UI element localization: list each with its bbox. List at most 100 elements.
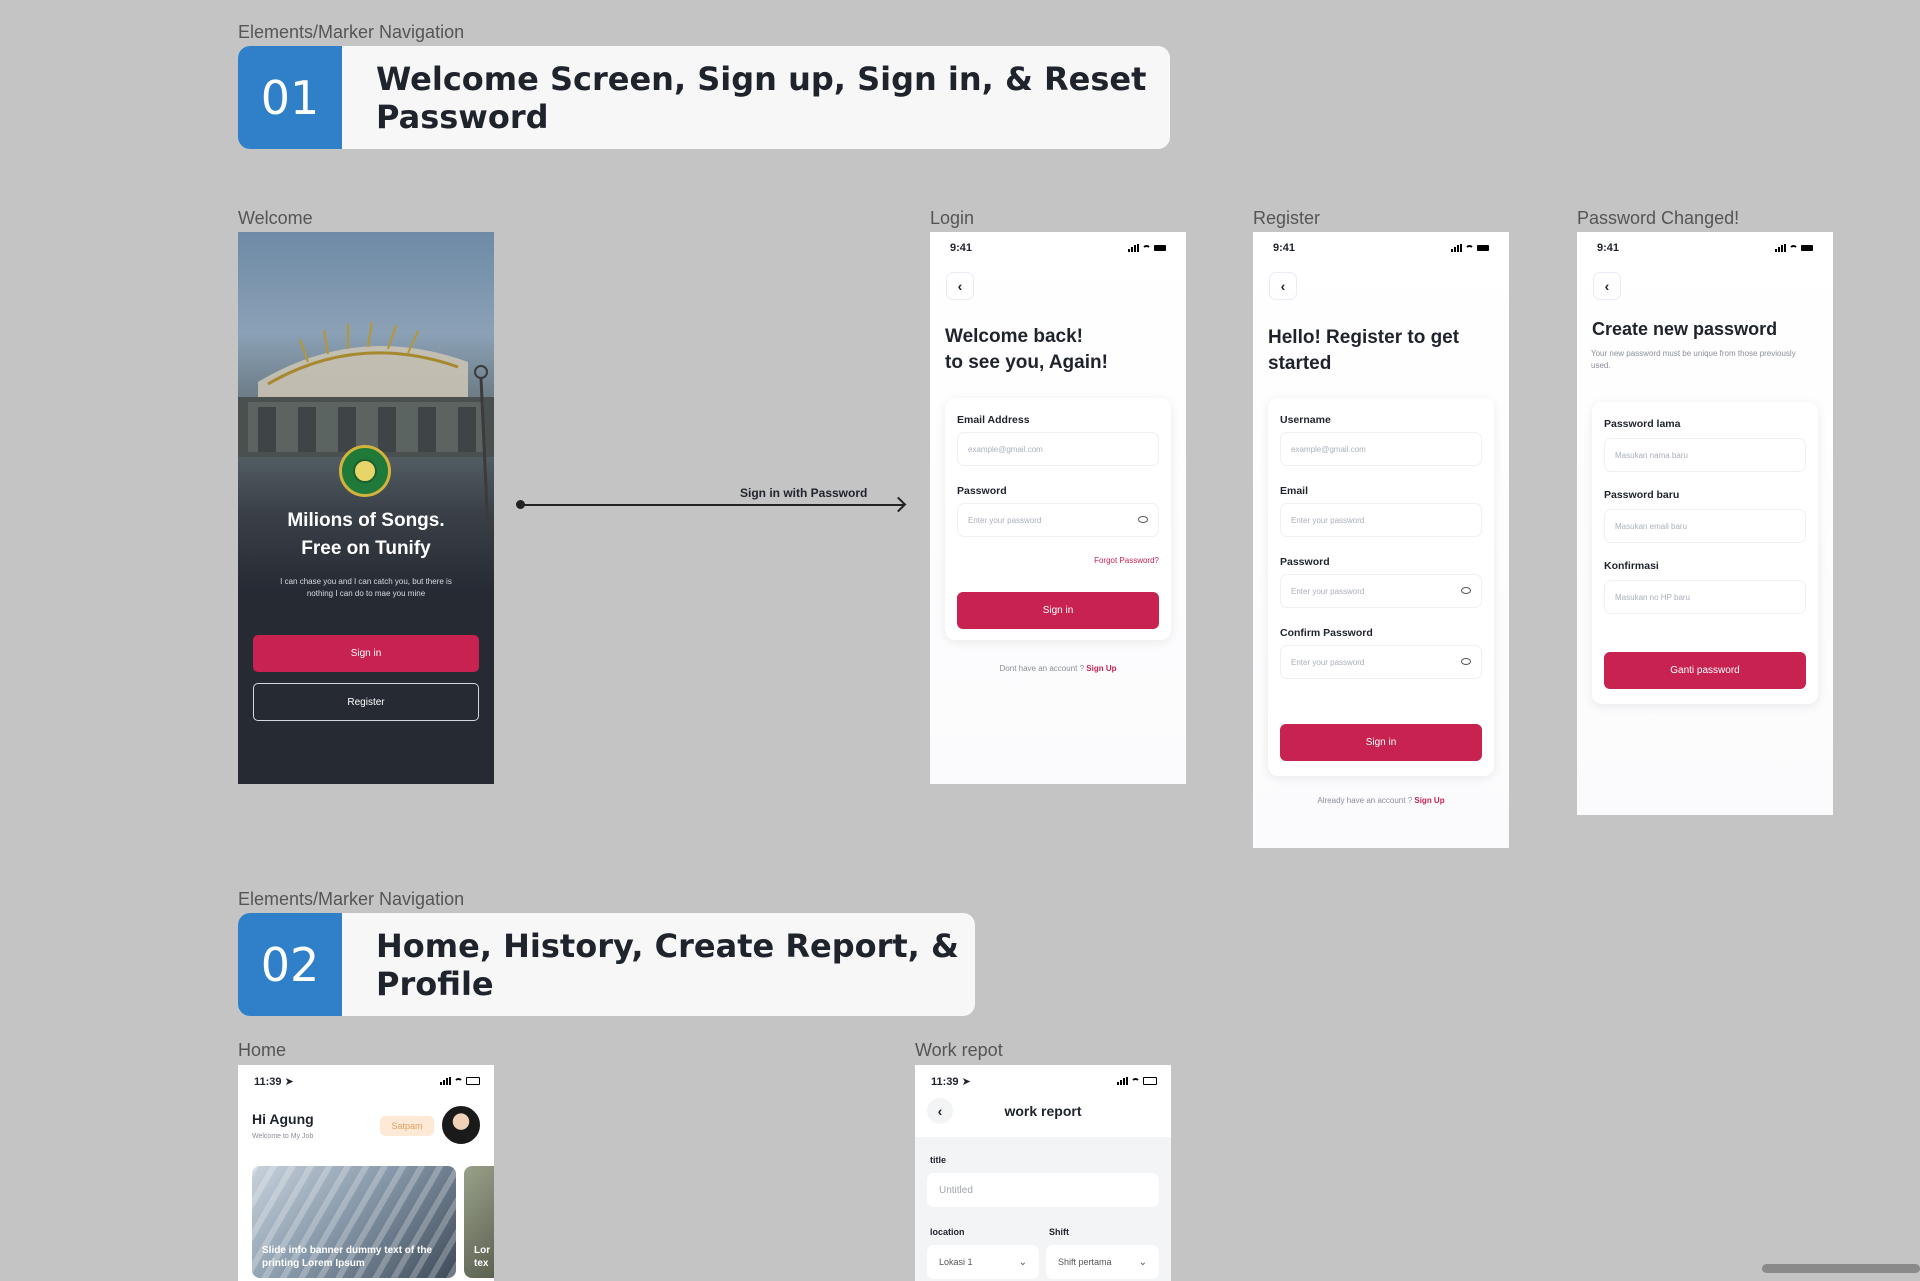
- password-placeholder: Enter your password: [968, 515, 1042, 525]
- chevron-down-icon: ⌄: [1138, 1256, 1147, 1268]
- password-changed-frame-label: Password Changed!: [1577, 208, 1740, 228]
- signal-icon: [1117, 1077, 1128, 1085]
- battery-icon: [1154, 245, 1166, 251]
- register-frame-label: Register: [1253, 208, 1321, 228]
- section-1-number: 01: [238, 46, 342, 149]
- section-1-marker: 01 Welcome Screen, Sign up, Sign in, & R…: [238, 46, 1170, 149]
- password-field[interactable]: Enter your password: [957, 503, 1159, 537]
- work-report-screen: 11:39 ➤ ‹ work report title Untitled loc…: [915, 1065, 1171, 1281]
- signal-icon: [1451, 244, 1462, 252]
- canvas-horizontal-scrollbar[interactable]: [1762, 1264, 1920, 1273]
- old-password-label: Password lama: [1604, 418, 1681, 430]
- welcome-headline: Milions of Songs. Free on Tunify: [238, 507, 494, 563]
- banner-2-text: Lor tex: [474, 1245, 491, 1269]
- wifi-icon: [1131, 1077, 1140, 1085]
- login-signup-link[interactable]: Sign Up: [1086, 664, 1116, 673]
- password-form-card: Password lama Masukan nama baru Password…: [1592, 402, 1818, 704]
- title-field[interactable]: Untitled: [927, 1173, 1159, 1207]
- welcome-frame-label: Welcome: [238, 208, 313, 228]
- eye-icon[interactable]: [1461, 587, 1471, 594]
- back-button[interactable]: ‹: [1593, 272, 1621, 300]
- shift-field-label: Shift: [1049, 1227, 1069, 1237]
- register-footer-text: Already have an account ?: [1317, 796, 1413, 805]
- status-time: 9:41: [1273, 242, 1296, 254]
- welcome-subtitle: I can chase you and I can catch you, but…: [280, 577, 452, 598]
- status-time: 11:39 ➤: [931, 1075, 971, 1088]
- flow-connector-start-dot: [516, 500, 525, 509]
- section-2-number: 02: [238, 913, 342, 1016]
- change-password-button[interactable]: Ganti password: [1604, 652, 1806, 689]
- confirm-field[interactable]: Masukan no HP baru: [1604, 580, 1806, 614]
- welcome-signin-button[interactable]: Sign in: [253, 635, 479, 672]
- status-time: 9:41: [1597, 242, 1620, 254]
- password-changed-screen: 9:41 ‹ Create new password Your new pass…: [1577, 232, 1833, 815]
- password-label: Password: [957, 485, 1007, 497]
- password-field[interactable]: Enter your password: [1280, 574, 1482, 608]
- email-field[interactable]: example@gmail.com: [957, 432, 1159, 466]
- confirm-password-field[interactable]: Enter your password: [1280, 645, 1482, 679]
- status-bar: 11:39 ➤: [254, 1073, 480, 1089]
- register-heading-line2: started: [1268, 353, 1332, 374]
- role-badge: Satpam: [380, 1116, 434, 1136]
- work-report-frame-label: Work repot: [915, 1040, 1003, 1060]
- email-field[interactable]: Enter your password: [1280, 503, 1482, 537]
- section-2-label: Elements/Marker Navigation: [238, 889, 465, 909]
- register-signup-link[interactable]: Sign Up: [1414, 796, 1444, 805]
- info-banner-card-2[interactable]: Lor tex: [464, 1166, 494, 1278]
- old-password-field[interactable]: Masukan nama baru: [1604, 438, 1806, 472]
- eye-icon[interactable]: [1138, 516, 1148, 523]
- chevron-left-icon: ‹: [1604, 278, 1610, 294]
- welcome-register-button[interactable]: Register: [253, 683, 479, 721]
- wifi-icon: [1789, 244, 1798, 252]
- battery-icon: [1143, 1077, 1157, 1085]
- status-bar: 9:41: [950, 240, 1166, 256]
- back-button[interactable]: ‹: [1269, 272, 1297, 300]
- status-icons: [1128, 244, 1166, 252]
- username-field[interactable]: example@gmail.com: [1280, 432, 1482, 466]
- register-form-card: Username example@gmail.com Email Enter y…: [1268, 398, 1494, 776]
- banner-text: Slide info banner dummy text of the prin…: [262, 1245, 433, 1269]
- wifi-icon: [1465, 244, 1474, 252]
- status-bar: 11:39 ➤: [931, 1073, 1157, 1089]
- new-password-field[interactable]: Masukan email baru: [1604, 509, 1806, 543]
- location-select[interactable]: Lokasi 1 ⌄: [927, 1245, 1039, 1279]
- chevron-down-icon: ⌄: [1018, 1256, 1027, 1268]
- chevron-left-icon: ‹: [957, 278, 963, 294]
- info-banner-card[interactable]: Slide info banner dummy text of the prin…: [252, 1166, 456, 1278]
- wifi-icon: [454, 1077, 463, 1085]
- email-label: Email: [1280, 485, 1309, 497]
- location-field-label: location: [930, 1227, 965, 1237]
- section-1-label: Elements/Marker Navigation: [238, 22, 465, 42]
- forgot-password-link[interactable]: Forgot Password?: [1094, 556, 1159, 565]
- login-form-card: Email Address example@gmail.com Password…: [945, 398, 1171, 640]
- login-signin-button[interactable]: Sign in: [957, 592, 1159, 629]
- battery-icon: [1477, 245, 1489, 251]
- create-password-heading: Create new password: [1592, 319, 1778, 339]
- welcome-screen: Milions of Songs. Free on Tunify I can c…: [238, 232, 494, 784]
- location-select-value: Lokasi 1: [939, 1257, 973, 1267]
- register-signin-button[interactable]: Sign in: [1280, 724, 1482, 761]
- login-heading: Welcome back! to see you, Again!: [945, 324, 1108, 376]
- eye-icon[interactable]: [1461, 658, 1471, 665]
- back-button[interactable]: ‹: [946, 272, 974, 300]
- login-heading-line1: Welcome back!: [945, 326, 1083, 347]
- flow-connector-arrow-icon: [890, 496, 907, 513]
- status-icons: [440, 1077, 480, 1085]
- login-frame-label: Login: [930, 208, 975, 228]
- status-icons: [1117, 1077, 1157, 1085]
- status-icons: [1451, 244, 1489, 252]
- logo-emblem-icon: [339, 445, 391, 497]
- shift-select[interactable]: Shift pertama ⌄: [1046, 1245, 1159, 1279]
- username-label: Username: [1280, 414, 1331, 426]
- status-bar: 9:41: [1273, 240, 1489, 256]
- avatar[interactable]: [442, 1106, 480, 1144]
- confirm-label: Konfirmasi: [1604, 560, 1659, 572]
- create-password-subtitle: Your new password must be unique from th…: [1591, 349, 1796, 370]
- register-heading: Hello! Register to get started: [1268, 325, 1459, 377]
- status-bar: 9:41: [1597, 240, 1813, 256]
- login-footer-text: Dont have an account ?: [999, 664, 1085, 673]
- home-greeting: Hi Agung: [252, 1111, 314, 1127]
- register-heading-line1: Hello! Register to get: [1268, 327, 1460, 348]
- home-screen: 11:39 ➤ Hi Agung Welcome to My Job Satpa…: [238, 1065, 494, 1281]
- password-label: Password: [1280, 556, 1330, 568]
